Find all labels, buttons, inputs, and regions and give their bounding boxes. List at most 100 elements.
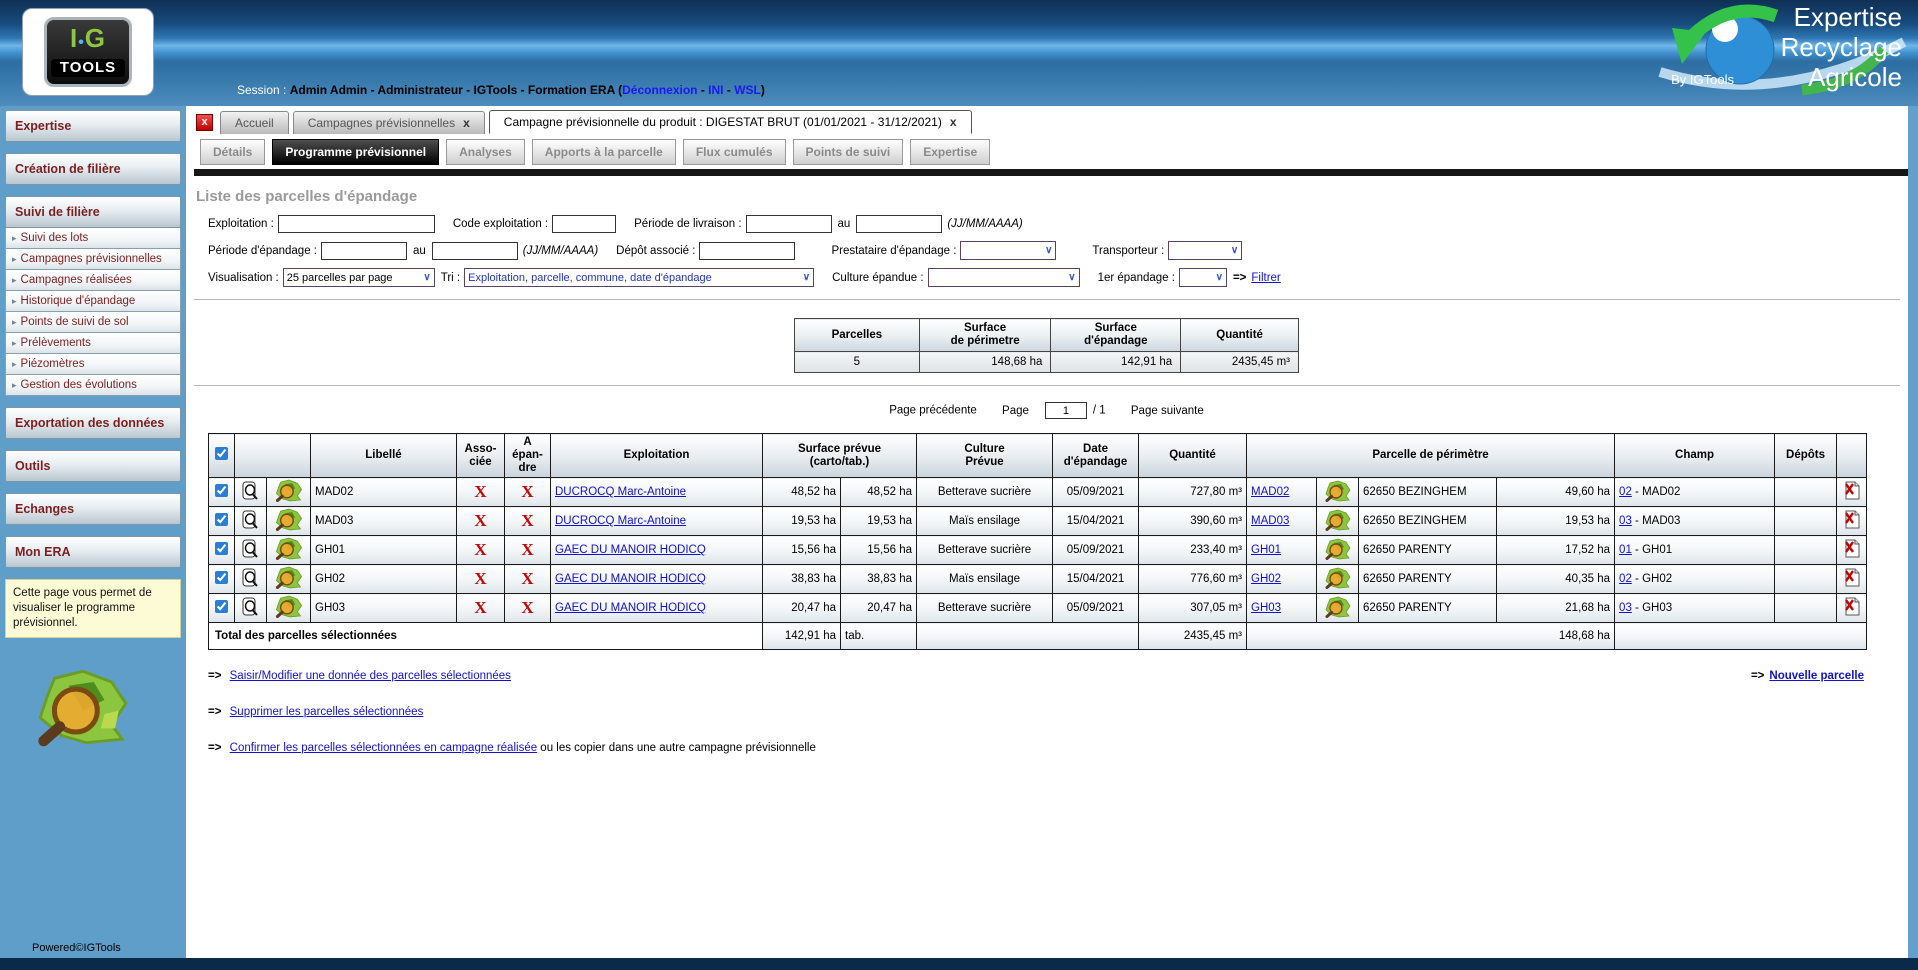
periode-livraison-fin-input[interactable] [856, 215, 943, 233]
delete-row-icon[interactable] [1844, 597, 1860, 619]
row-checkbox[interactable] [215, 600, 228, 613]
confirmer-parcelles-link[interactable]: Confirmer les parcelles sélectionnées en… [230, 742, 537, 754]
sidebar-item-piezometres[interactable]: ▸ Piézomètres [5, 354, 181, 375]
logout-link[interactable]: Déconnexion [622, 83, 697, 97]
exploitation-link[interactable]: DUCROCQ Marc-Antoine [555, 515, 686, 527]
champ-link[interactable]: 02 [1619, 573, 1632, 585]
periode-epandage-debut-input[interactable] [320, 241, 407, 260]
sidebar-item-suivi-des-lots[interactable]: ▸ Suivi des lots [5, 228, 181, 249]
row-checkbox[interactable] [215, 571, 228, 584]
delete-row-icon[interactable] [1844, 510, 1860, 532]
tab-flux-cumules[interactable]: Flux cumulés [682, 139, 786, 165]
map-icon[interactable] [274, 479, 304, 505]
tab-details[interactable]: Détails [200, 139, 266, 165]
map-icon[interactable] [274, 537, 304, 563]
detail-magnifier-icon[interactable] [242, 539, 259, 562]
map-icon[interactable] [274, 595, 304, 621]
tri-select[interactable]: Exploitation, parcelle, commune, date d'… [464, 268, 815, 287]
transporteur-select[interactable]: ∨ [1168, 241, 1243, 260]
a-epandre-x-icon[interactable]: X [521, 511, 533, 530]
sidebar-item-campagnes-previsionnelles[interactable]: ▸ Campagnes prévisionnelles [5, 249, 181, 270]
detail-magnifier-icon[interactable] [242, 481, 259, 504]
map-icon[interactable] [274, 566, 304, 592]
champ-link[interactable]: 03 [1619, 602, 1632, 614]
page-precedente-button[interactable]: Page précédente [889, 405, 977, 417]
delete-row-icon[interactable] [1844, 568, 1860, 590]
associee-x-icon[interactable]: X [474, 598, 486, 617]
parcelle-link[interactable]: GH02 [1251, 573, 1281, 585]
ini-link[interactable]: INI [708, 83, 723, 97]
champ-link[interactable]: 01 [1619, 544, 1632, 556]
row-checkbox[interactable] [215, 542, 228, 555]
culture-epandue-select[interactable]: ∨ [927, 268, 1080, 287]
associee-x-icon[interactable]: X [474, 482, 486, 501]
champ-link[interactable]: 02 [1619, 486, 1632, 498]
sidebar-item-suivi-filiere[interactable]: Suivi de filière [5, 196, 181, 228]
associee-x-icon[interactable]: X [474, 569, 486, 588]
prestataire-select[interactable]: ∨ [960, 241, 1057, 260]
sidebar-item-campagnes-realisees[interactable]: ▸ Campagnes réalisées [5, 270, 181, 291]
tab-campagnes-previsionnelles[interactable]: Campagnes prévisionnelles x [292, 111, 485, 134]
wsl-link[interactable]: WSL [734, 83, 761, 97]
map-icon[interactable] [1324, 538, 1352, 563]
periode-livraison-debut-input[interactable] [745, 215, 832, 233]
tab-points-de-suivi[interactable]: Points de suivi [792, 139, 904, 165]
sidebar-item-outils[interactable]: Outils [5, 450, 181, 482]
detail-magnifier-icon[interactable] [242, 597, 259, 620]
close-tab-icon[interactable]: x [463, 116, 470, 130]
modifier-donnee-link[interactable]: Saisir/Modifier une donnée des parcelles… [230, 670, 511, 682]
visualisation-select[interactable]: 25 parcelles par page ∨ [282, 268, 435, 287]
exploitation-input[interactable] [277, 215, 435, 233]
page-number-input[interactable] [1044, 402, 1087, 419]
a-epandre-x-icon[interactable]: X [521, 598, 533, 617]
delete-row-icon[interactable] [1844, 481, 1860, 503]
code-exploitation-input[interactable] [552, 215, 617, 233]
depot-associe-input[interactable] [699, 241, 796, 260]
premier-epandage-select[interactable]: ∨ [1178, 268, 1227, 287]
close-all-tabs-button[interactable]: x [196, 114, 213, 131]
tab-expertise[interactable]: Expertise [910, 139, 991, 165]
associee-x-icon[interactable]: X [474, 540, 486, 559]
map-icon[interactable] [1324, 509, 1352, 534]
tab-accueil[interactable]: Accueil [220, 111, 289, 134]
parcelle-link[interactable]: GH03 [1251, 602, 1281, 614]
delete-row-icon[interactable] [1844, 539, 1860, 561]
page-suivante-button[interactable]: Page suivante [1131, 405, 1204, 417]
tab-analyses[interactable]: Analyses [446, 139, 525, 165]
a-epandre-x-icon[interactable]: X [521, 482, 533, 501]
supprimer-parcelles-link[interactable]: Supprimer les parcelles sélectionnées [230, 706, 424, 718]
map-icon[interactable] [1324, 480, 1352, 505]
detail-magnifier-icon[interactable] [242, 510, 259, 533]
row-checkbox[interactable] [215, 513, 228, 526]
sidebar-item-prelevements[interactable]: ▸ Prélèvements [5, 333, 181, 354]
select-all-checkbox[interactable] [215, 447, 228, 460]
sidebar-item-echanges[interactable]: Echanges [5, 493, 181, 525]
sidebar-item-gestion-evolutions[interactable]: ▸ Gestion des évolutions [5, 375, 181, 396]
parcelle-link[interactable]: MAD03 [1251, 515, 1289, 527]
exploitation-link[interactable]: GAEC DU MANOIR HODICQ [555, 573, 706, 585]
map-icon[interactable] [1324, 596, 1352, 621]
sidebar-item-creation-filiere[interactable]: Création de filière [5, 153, 181, 185]
sidebar-item-exportation[interactable]: Exportation des données [5, 407, 181, 439]
exploitation-link[interactable]: GAEC DU MANOIR HODICQ [555, 544, 706, 556]
sidebar-item-historique-epandage[interactable]: ▸ Historique d'épandage [5, 291, 181, 312]
detail-magnifier-icon[interactable] [242, 568, 259, 591]
sidebar-item-points-suivi-sol[interactable]: ▸ Points de suivi de sol [5, 312, 181, 333]
periode-epandage-fin-input[interactable] [431, 241, 518, 260]
associee-x-icon[interactable]: X [474, 511, 486, 530]
close-tab-icon[interactable]: x [950, 115, 957, 129]
nouvelle-parcelle-link[interactable]: Nouvelle parcelle [1769, 670, 1864, 682]
exploitation-link[interactable]: DUCROCQ Marc-Antoine [555, 486, 686, 498]
parcelle-link[interactable]: MAD02 [1251, 486, 1289, 498]
row-checkbox[interactable] [215, 484, 228, 497]
a-epandre-x-icon[interactable]: X [521, 540, 533, 559]
sidebar-item-mon-era[interactable]: Mon ERA [5, 536, 181, 568]
parcelle-link[interactable]: GH01 [1251, 544, 1281, 556]
tab-apports-parcelle[interactable]: Apports à la parcelle [531, 139, 676, 165]
a-epandre-x-icon[interactable]: X [521, 569, 533, 588]
filtrer-link[interactable]: Filtrer [1251, 272, 1280, 284]
exploitation-link[interactable]: GAEC DU MANOIR HODICQ [555, 602, 706, 614]
tab-campagne-digestat-brut[interactable]: Campagne prévisionnelle du produit : DIG… [488, 110, 972, 134]
map-icon[interactable] [274, 508, 304, 534]
champ-link[interactable]: 03 [1619, 515, 1632, 527]
